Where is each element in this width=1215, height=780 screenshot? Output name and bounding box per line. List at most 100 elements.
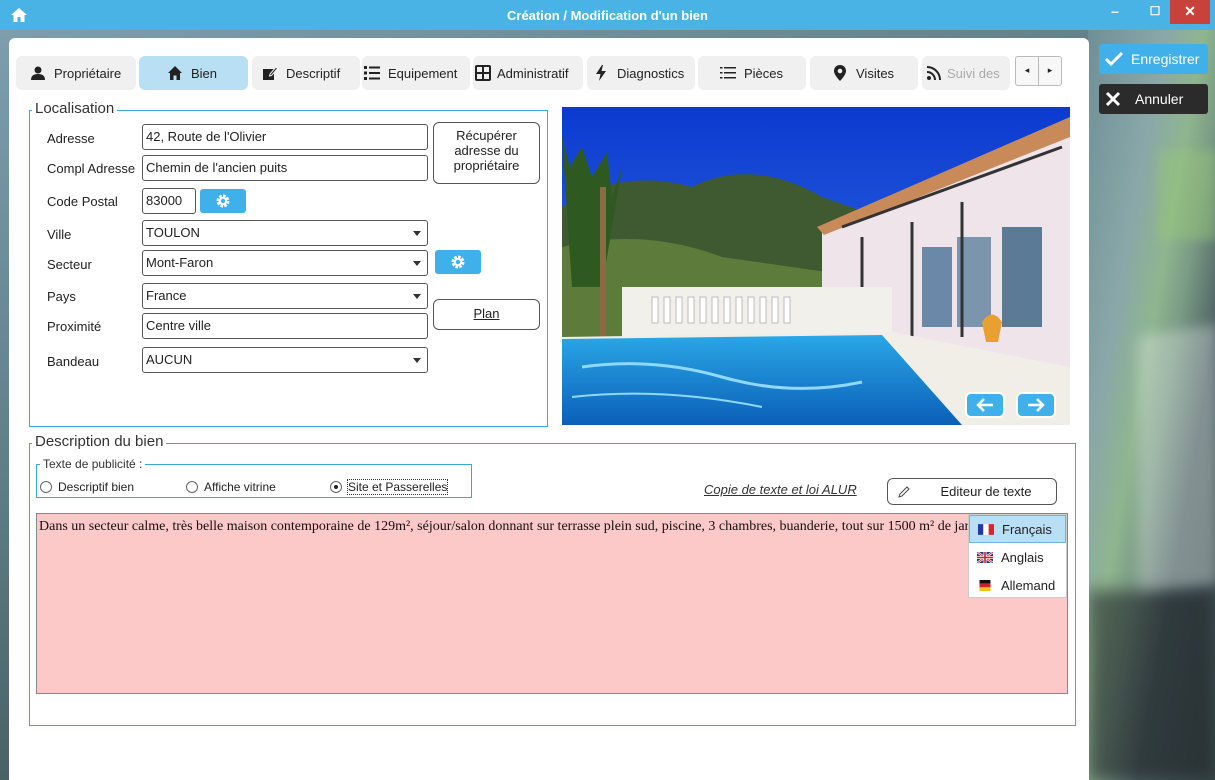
plan-label: Plan bbox=[473, 306, 500, 321]
radio-button-checked bbox=[330, 481, 342, 493]
flag-france-icon bbox=[978, 523, 994, 535]
radio-label: Affiche vitrine bbox=[204, 480, 276, 494]
bandeau-label: Bandeau bbox=[47, 354, 100, 369]
check-icon bbox=[1105, 51, 1123, 67]
list-icon bbox=[364, 66, 380, 80]
secteur-value: Mont-Faron bbox=[146, 255, 214, 270]
edit-icon bbox=[263, 66, 278, 80]
publicite-legend: Texte de publicité : bbox=[40, 457, 146, 471]
radio-affiche-vitrine[interactable]: Affiche vitrine bbox=[186, 480, 276, 494]
ville-label: Ville bbox=[47, 227, 72, 242]
plan-button[interactable]: Plan bbox=[433, 299, 540, 330]
pays-select[interactable]: France bbox=[142, 283, 428, 309]
tab-descriptif[interactable]: Descriptif bbox=[252, 56, 360, 90]
language-label: Allemand bbox=[1001, 577, 1056, 593]
gear-icon bbox=[451, 255, 465, 269]
tab-pieces[interactable]: Pièces bbox=[698, 56, 806, 90]
secteur-label: Secteur bbox=[47, 257, 92, 272]
tab-scroll-left-button[interactable]: ◂ bbox=[1016, 57, 1039, 85]
proximite-input[interactable]: Centre ville bbox=[142, 313, 428, 339]
close-icon bbox=[1105, 91, 1121, 107]
property-photo bbox=[562, 107, 1070, 425]
minimize-button[interactable]: – bbox=[1095, 0, 1135, 24]
language-item-francais[interactable]: Français bbox=[969, 515, 1066, 543]
code-postal-input[interactable]: 83000 bbox=[142, 188, 196, 214]
bandeau-select[interactable]: AUCUN bbox=[142, 347, 428, 373]
language-item-anglais[interactable]: Anglais bbox=[969, 543, 1066, 571]
save-button[interactable]: Enregistrer bbox=[1099, 44, 1208, 74]
radio-button bbox=[186, 481, 198, 493]
adresse-input[interactable]: 42, Route de l'Olivier bbox=[142, 124, 428, 150]
tab-label: Descriptif bbox=[286, 65, 341, 81]
code-postal-gear-button[interactable] bbox=[200, 189, 246, 213]
compl-adresse-input[interactable]: Chemin de l'ancien puits bbox=[142, 155, 428, 181]
window-title: Création / Modification d'un bien bbox=[507, 8, 708, 23]
photo-next-button[interactable] bbox=[1016, 392, 1056, 418]
close-button[interactable]: ✕ bbox=[1170, 0, 1210, 24]
recuperer-adresse-button[interactable]: Récupérer adresse du propriétaire bbox=[433, 122, 540, 184]
language-item-allemand[interactable]: Allemand bbox=[969, 571, 1066, 599]
tab-label: Suivi des bbox=[947, 65, 1000, 81]
editeur-texte-label: Editeur de texte bbox=[940, 484, 1032, 499]
tab-label: Equipement bbox=[388, 65, 458, 81]
tab-label: Bien bbox=[191, 65, 218, 81]
alur-link[interactable]: Copie de texte et loi ALUR bbox=[704, 482, 857, 497]
ville-select[interactable]: TOULON bbox=[142, 220, 428, 246]
description-legend: Description du bien bbox=[32, 433, 167, 450]
secteur-gear-button[interactable] bbox=[435, 250, 481, 274]
cancel-label: Annuler bbox=[1135, 91, 1184, 107]
language-label: Anglais bbox=[1001, 549, 1044, 565]
editeur-texte-button[interactable]: Editeur de texte bbox=[887, 478, 1057, 505]
tab-visites[interactable]: Visites bbox=[810, 56, 918, 90]
recuperer-adresse-label: Récupérer adresse du propriétaire bbox=[453, 128, 520, 173]
proximite-label: Proximité bbox=[47, 319, 102, 334]
bolt-icon bbox=[596, 65, 606, 81]
calculator-icon bbox=[475, 65, 491, 81]
radio-button bbox=[40, 481, 52, 493]
adresse-label: Adresse bbox=[47, 131, 95, 146]
bandeau-value: AUCUN bbox=[146, 352, 193, 367]
radio-label: Descriptif bien bbox=[58, 480, 135, 494]
title-bar: Création / Modification d'un bien – ☐ ✕ bbox=[0, 0, 1215, 30]
tab-scroll-right-button[interactable]: ▸ bbox=[1039, 57, 1061, 85]
description-text: Dans un secteur calme, très belle maison… bbox=[39, 519, 1040, 534]
compl-adresse-label: Compl Adresse bbox=[47, 161, 136, 176]
tab-bien[interactable]: Bien bbox=[139, 56, 248, 90]
tab-proprietaire[interactable]: Propriétaire bbox=[16, 56, 136, 90]
list-lines-icon bbox=[720, 67, 736, 79]
tab-suivi[interactable]: Suivi des bbox=[922, 56, 1010, 90]
radio-descriptif-bien[interactable]: Descriptif bien bbox=[40, 480, 134, 494]
flag-uk-icon bbox=[977, 551, 993, 563]
language-label: Français bbox=[1002, 521, 1052, 537]
pays-label: Pays bbox=[47, 289, 76, 304]
tab-equipement[interactable]: Equipement bbox=[362, 56, 470, 90]
tab-label: Pièces bbox=[744, 65, 784, 81]
tab-label: Visites bbox=[856, 65, 895, 81]
code-postal-label: Code Postal bbox=[47, 194, 118, 209]
tab-label: Administratif bbox=[497, 65, 569, 81]
flag-germany-icon bbox=[979, 579, 991, 591]
user-icon bbox=[31, 66, 45, 80]
chevron-down-icon bbox=[413, 261, 421, 266]
map-marker-icon bbox=[834, 65, 846, 81]
arrow-right-icon bbox=[1028, 398, 1045, 412]
pencil-icon bbox=[898, 486, 910, 498]
tab-administratif[interactable]: Administratif bbox=[473, 56, 583, 90]
tab-diagnostics[interactable]: Diagnostics bbox=[587, 56, 695, 90]
save-label: Enregistrer bbox=[1131, 51, 1200, 67]
tab-label: Diagnostics bbox=[617, 65, 685, 81]
secteur-select[interactable]: Mont-Faron bbox=[142, 250, 428, 276]
photo-prev-button[interactable] bbox=[965, 392, 1005, 418]
maximize-button[interactable]: ☐ bbox=[1135, 0, 1175, 24]
villa-pool-image bbox=[562, 107, 1070, 425]
ville-value: TOULON bbox=[146, 225, 200, 240]
radio-label: Site et Passerelles bbox=[346, 479, 449, 495]
chevron-down-icon bbox=[413, 358, 421, 363]
description-textarea[interactable]: Dans un secteur calme, très belle maison… bbox=[36, 513, 1068, 694]
pays-value: France bbox=[146, 288, 187, 303]
home-icon bbox=[168, 66, 182, 80]
radio-site-passerelles[interactable]: Site et Passerelles bbox=[330, 479, 449, 495]
chevron-down-icon bbox=[413, 231, 421, 236]
cancel-button[interactable]: Annuler bbox=[1099, 84, 1208, 114]
chevron-down-icon bbox=[413, 294, 421, 299]
